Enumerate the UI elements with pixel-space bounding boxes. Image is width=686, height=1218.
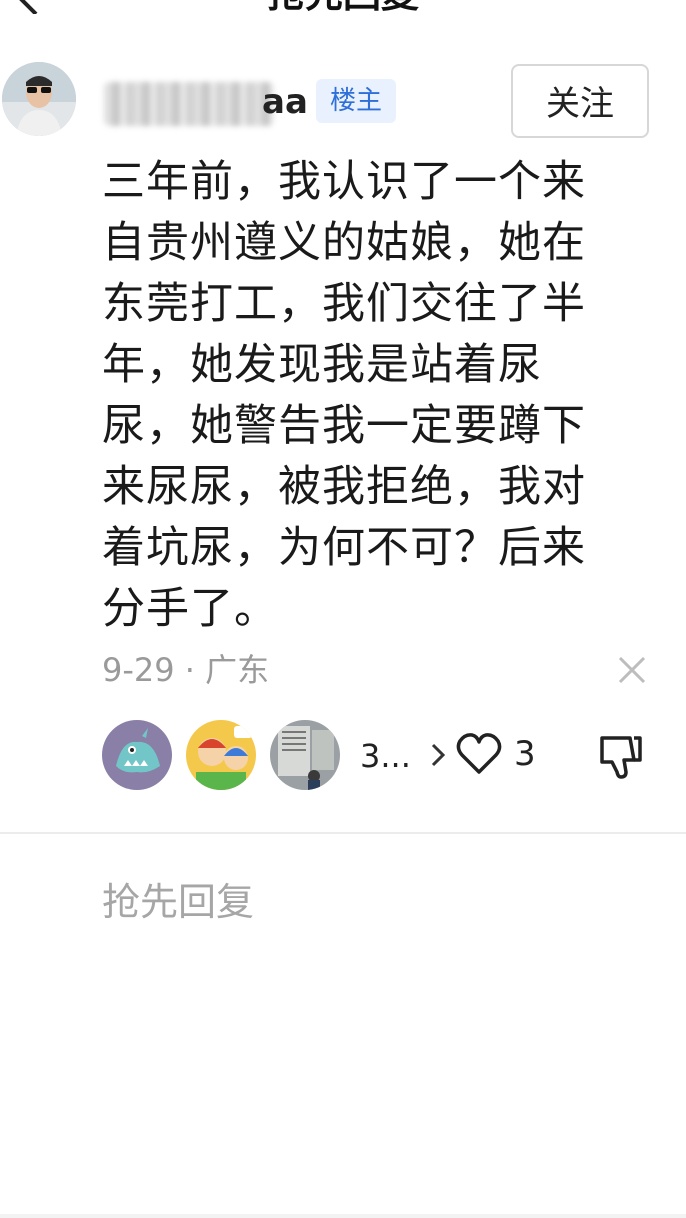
reactor-avatar[interactable] [102,720,172,790]
page-title: 抢先回复 [200,0,486,14]
like-count: 3 [514,734,536,774]
reactor-avatar[interactable] [186,720,256,790]
divider [0,1214,686,1218]
chevron-right-icon[interactable] [430,742,446,768]
author-name[interactable]: aa [262,78,308,126]
thumbs-down-icon[interactable] [598,732,644,780]
op-badge: 楼主 [316,79,396,123]
heart-icon[interactable] [456,732,502,776]
post-meta: 9-29 · 广东 [102,651,270,689]
follow-button[interactable]: 关注 [511,64,649,138]
author-avatar[interactable] [2,62,76,136]
top-bar: 抢先回复 [0,0,686,14]
reactor-avatar[interactable] [270,720,340,790]
close-icon[interactable] [616,654,648,686]
reactor-count[interactable]: 3... [360,734,411,778]
post-content: 三年前，我认识了一个来自贵州遵义的姑娘，她在东莞打工，我们交往了半年，她发现我是… [102,157,586,634]
author-name-redacted [104,82,274,126]
reply-input[interactable]: 抢先回复 [102,878,254,926]
back-arrow-icon[interactable] [14,0,54,14]
divider [0,832,686,834]
